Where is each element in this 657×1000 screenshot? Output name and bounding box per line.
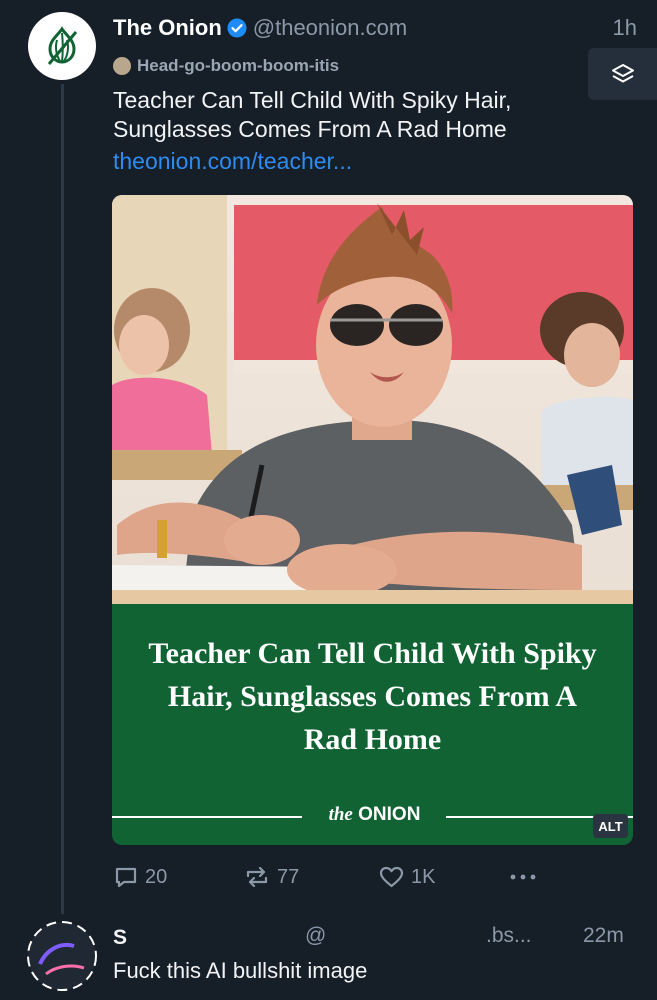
layers-icon	[611, 64, 634, 83]
more-dots-icon	[510, 874, 536, 880]
wordmark-prefix: the	[328, 804, 353, 825]
reply-timestamp[interactable]: 22m	[583, 924, 624, 948]
reply-count: 20	[145, 865, 168, 888]
reply-button[interactable]: 20	[113, 860, 167, 894]
reply-icon	[115, 867, 137, 888]
more-options-button[interactable]	[509, 860, 543, 894]
feed-switch-button[interactable]	[588, 48, 657, 100]
like-button[interactable]: 1K	[378, 860, 435, 894]
thread-line	[61, 84, 64, 914]
label-avatar-icon	[113, 57, 131, 75]
author-avatar[interactable]	[28, 12, 96, 80]
like-count: 1K	[411, 865, 436, 888]
heart-icon	[379, 866, 404, 888]
reply-display-name[interactable]: S	[113, 926, 127, 950]
author-display-name[interactable]: The Onion	[113, 15, 222, 41]
onion-wordmark: the ONION	[307, 804, 442, 826]
verified-badge-icon	[227, 18, 247, 38]
post-header: The Onion @theonion.com 1h	[113, 12, 637, 44]
wordmark-name: ONION	[358, 804, 421, 825]
link-card[interactable]: Teacher Can Tell Child With Spiky Hair, …	[112, 195, 633, 845]
repost-icon	[246, 866, 268, 888]
repost-count: 77	[277, 865, 300, 888]
alt-text-badge[interactable]: ALT	[593, 814, 628, 838]
reply-text: Fuck this AI bullshit image	[113, 958, 368, 983]
repost-button[interactable]: 77	[243, 860, 299, 894]
divider-left	[112, 816, 302, 818]
post-actions: 20 77 1K	[113, 860, 633, 894]
reply-avatar[interactable]	[26, 920, 98, 992]
reply-handle-fragment[interactable]: @	[305, 924, 326, 948]
onion-logo-icon	[37, 21, 87, 71]
post-text: Teacher Can Tell Child With Spiky Hair, …	[113, 87, 512, 142]
card-headline: Teacher Can Tell Child With Spiky Hair, …	[148, 637, 597, 756]
post-timestamp[interactable]: 1h	[613, 15, 637, 41]
post-label[interactable]: Head-go-boom-boom-itis	[113, 54, 339, 78]
reply-handle-tail[interactable]: .bs...	[486, 924, 532, 948]
author-handle[interactable]: @theonion.com	[253, 15, 407, 41]
classroom-boy-sunglasses-photo	[112, 195, 633, 604]
post-link[interactable]: theonion.com/teacher...	[113, 148, 352, 175]
post-label-text: Head-go-boom-boom-itis	[137, 56, 340, 75]
